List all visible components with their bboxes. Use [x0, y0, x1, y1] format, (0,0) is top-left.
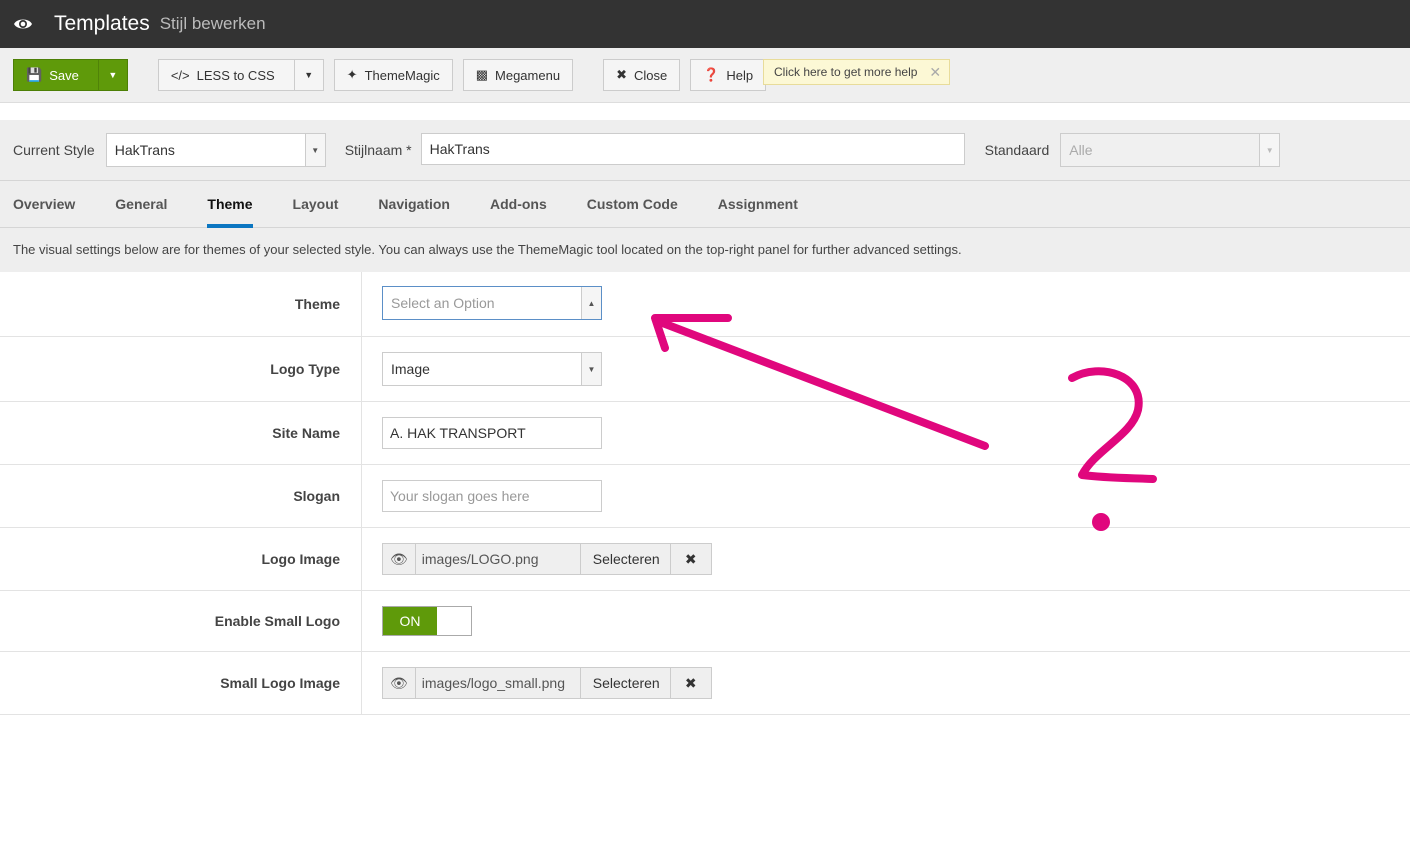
preview-eye-icon[interactable]: 👁	[383, 668, 416, 698]
header-bar: Templates Stijl bewerken	[0, 0, 1410, 48]
save-button-group: 💾 Save ▼	[13, 59, 128, 91]
help-button[interactable]: ❓ Help	[690, 59, 767, 91]
logo-image-select-button[interactable]: Selecteren	[581, 544, 671, 574]
clear-icon[interactable]: ✖	[671, 544, 711, 574]
small-logo-image-label: Small Logo Image	[0, 652, 362, 714]
floppy-icon: 💾	[26, 67, 43, 82]
description: The visual settings below are for themes…	[13, 242, 962, 257]
style-name-input[interactable]: HakTrans	[420, 133, 965, 165]
megamenu-button[interactable]: ▩ Megamenu	[462, 59, 574, 91]
tab-bar: Overview General Theme Layout Navigation…	[0, 181, 1410, 228]
tab-general[interactable]: General	[115, 181, 167, 227]
page-subtitle: Stijl bewerken	[159, 14, 266, 33]
tab-navigation[interactable]: Navigation	[378, 181, 450, 227]
save-dropdown-toggle[interactable]: ▼	[97, 60, 127, 90]
toggle-state: ON	[383, 607, 437, 635]
tab-assignment[interactable]: Assignment	[718, 181, 798, 227]
slogan-label: Slogan	[0, 465, 362, 527]
chevron-up-icon: ▲	[581, 287, 601, 319]
thememagic-label: ThemeMagic	[364, 67, 440, 83]
theme-label: Theme	[0, 272, 362, 336]
toolbar: 💾 Save ▼ </> LESS to CSS ▼ ✦ ThemeMagic ▩ Me…	[0, 48, 1410, 103]
logo-image-field: 👁 images/LOGO.png Selecteren ✖	[382, 543, 712, 575]
close-icon: ✖	[616, 67, 627, 82]
eye-icon	[14, 19, 32, 29]
small-logo-image-path: images/logo_small.png	[416, 668, 581, 698]
default-select[interactable]: Alle ▼	[1060, 133, 1281, 167]
save-label: Save	[49, 67, 79, 83]
tip-text: Click here to get more help	[774, 65, 918, 79]
logo-type-value: Image	[391, 361, 430, 377]
style-name-label: Stijlnaam *	[344, 142, 412, 158]
tab-custom-code[interactable]: Custom Code	[587, 181, 678, 227]
close-label: Close	[633, 67, 668, 83]
style-panel: Current Style HakTrans ▼ Stijlnaam * HakT…	[0, 120, 1410, 272]
thememagic-button[interactable]: ✦ ThemeMagic	[333, 59, 453, 91]
tab-overview[interactable]: Overview	[13, 181, 75, 227]
dismiss-icon[interactable]: ✕	[929, 64, 941, 81]
small-logo-image-select-button[interactable]: Selecteren	[581, 668, 671, 698]
help-label: Help	[726, 67, 754, 83]
site-name-value: A. HAK TRANSPORT	[390, 425, 526, 441]
tab-theme[interactable]: Theme	[207, 181, 253, 228]
theme-form: Theme Select an Option ▲ Logo Type Image ▼…	[0, 272, 1410, 715]
theme-placeholder: Select an Option	[391, 295, 495, 311]
close-button[interactable]: ✖ Close	[603, 59, 681, 91]
style-name-value: HakTrans	[429, 141, 490, 157]
less-to-css-button[interactable]: </> LESS to CSS	[159, 60, 287, 90]
code-icon: </>	[170, 67, 190, 83]
enable-small-logo-label: Enable Small Logo	[0, 591, 362, 651]
save-button[interactable]: 💾 Save	[14, 60, 91, 90]
theme-select[interactable]: Select an Option ▲	[382, 286, 602, 320]
chevron-down-icon: ▼	[1259, 134, 1280, 166]
enable-small-logo-toggle[interactable]: ON	[382, 606, 472, 636]
current-style-label: Current Style	[13, 142, 95, 158]
current-style-select[interactable]: HakTrans ▼	[105, 133, 326, 167]
default-label: Standaard	[984, 142, 1050, 158]
less-button-group: </> LESS to CSS ▼	[157, 59, 324, 91]
slogan-placeholder: Your slogan goes here	[390, 488, 530, 504]
less-dropdown-toggle[interactable]: ▼	[293, 60, 323, 90]
site-name-label: Site Name	[0, 402, 362, 464]
magic-wand-icon: ✦	[346, 67, 358, 82]
logo-image-label: Logo Image	[0, 528, 362, 590]
help-tooltip[interactable]: Click here to get more help ✕	[763, 59, 951, 85]
tab-layout[interactable]: Layout	[293, 181, 339, 227]
tab-addons[interactable]: Add-ons	[490, 181, 547, 227]
chevron-down-icon: ▼	[304, 134, 325, 166]
preview-eye-icon[interactable]: 👁	[383, 544, 416, 574]
page-title: Templates	[54, 12, 150, 35]
slogan-input[interactable]: Your slogan goes here	[382, 480, 602, 512]
small-logo-image-field: 👁 images/logo_small.png Selecteren ✖	[382, 667, 712, 699]
sitemap-icon: ▩	[475, 67, 489, 82]
logo-type-label: Logo Type	[0, 337, 362, 401]
logo-type-select[interactable]: Image ▼	[382, 352, 602, 386]
clear-icon[interactable]: ✖	[671, 668, 711, 698]
site-name-input[interactable]: A. HAK TRANSPORT	[382, 417, 602, 449]
current-style-value: HakTrans	[114, 142, 175, 158]
megamenu-label: Megamenu	[495, 67, 561, 83]
logo-image-path: images/LOGO.png	[416, 544, 581, 574]
less-label: LESS to CSS	[196, 67, 275, 83]
question-icon: ❓	[703, 67, 720, 82]
default-value: Alle	[1069, 142, 1093, 158]
chevron-down-icon: ▼	[581, 353, 601, 385]
